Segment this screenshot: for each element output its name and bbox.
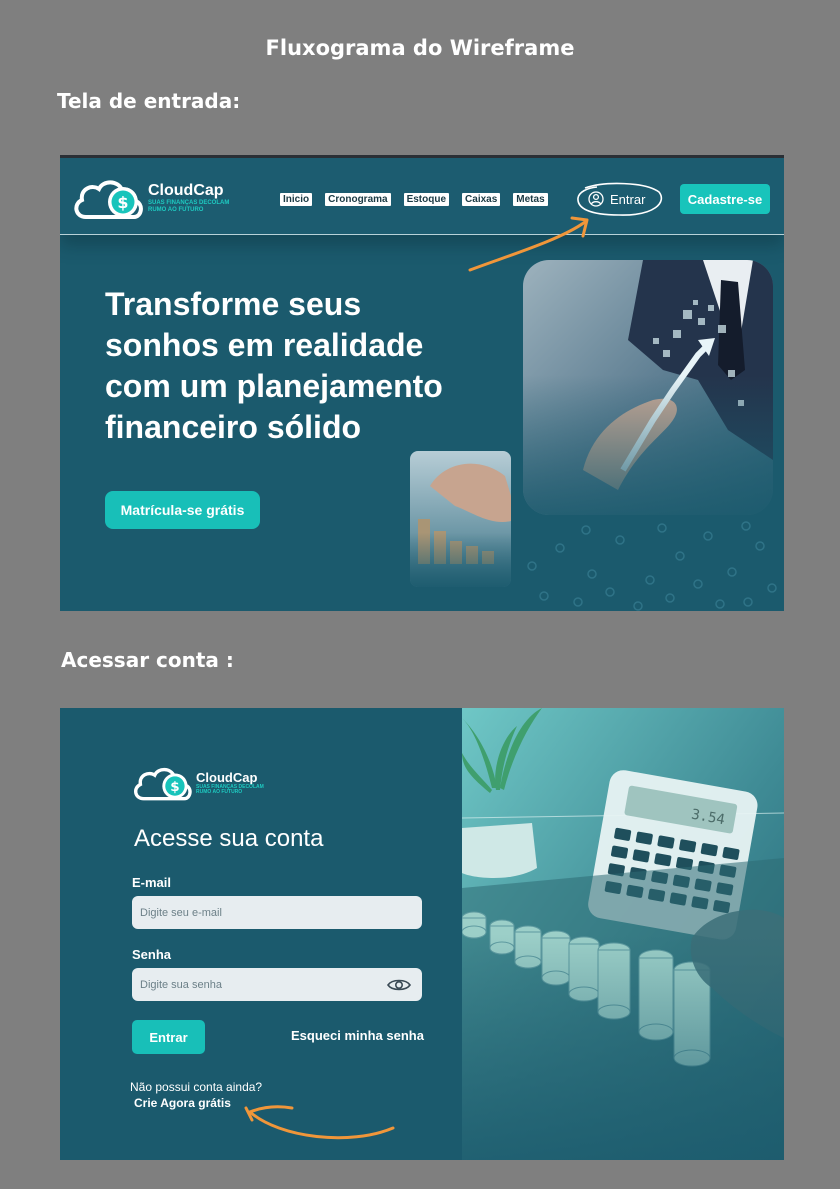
section-title-login: Acessar conta : <box>61 648 234 672</box>
login-screen: $ CloudCap SUAS FINANÇAS DECOLAM RUMO AO… <box>60 708 784 1160</box>
no-account-text: Não possui conta ainda? <box>130 1080 263 1094</box>
logo-tagline-1: SUAS FINANÇAS DECOLAM <box>148 200 230 207</box>
cloud-dollar-logo-icon: $ <box>74 180 143 219</box>
nav-item-estoque[interactable]: Estoque <box>403 193 450 206</box>
login-heading: Acesse sua conta <box>134 825 324 852</box>
svg-text:$: $ <box>170 779 179 795</box>
navbar: $ CloudCap SUAS FINANÇAS DECOLAM RUMO AO… <box>60 158 784 235</box>
password-field[interactable] <box>132 968 422 1001</box>
svg-text:$: $ <box>117 193 128 212</box>
create-account-link[interactable]: Crie Agora grátis <box>134 1096 231 1110</box>
logo-brand: CloudCap <box>148 182 224 200</box>
logo-tagline-2: RUMO AO FUTURO <box>148 206 204 213</box>
email-label: E-mail <box>132 875 172 890</box>
document-title: Fluxograma do Wireframe <box>265 36 575 60</box>
logo-brand: CloudCap <box>196 769 258 785</box>
coins-decoration <box>527 521 777 611</box>
hero-title: Transforme seus sonhos em realidade com … <box>105 284 525 448</box>
cta-button[interactable]: Matrícula-se grátis <box>105 491 260 529</box>
landing-screen: $ CloudCap SUAS FINANÇAS DECOLAM RUMO AO… <box>60 155 784 611</box>
login-image-calculator: 3.54 <box>462 708 784 1160</box>
nav-item-cronograma[interactable]: Cronograma <box>325 193 391 206</box>
section-title-landing: Tela de entrada: <box>57 89 241 113</box>
hero-image-businessman <box>523 260 773 515</box>
user-circle-icon <box>588 191 604 207</box>
login-logo[interactable]: $ CloudCap SUAS FINANÇAS DECOLAM RUMO AO… <box>132 765 264 803</box>
signup-button[interactable]: Cadastre-se <box>680 184 770 214</box>
hero-image-coins <box>410 451 511 587</box>
logo[interactable]: $ CloudCap SUAS FINANÇAS DECOLAM RUMO AO… <box>72 177 229 222</box>
hero-line-2: sonhos em realidade <box>105 327 424 363</box>
hero-line-4: financeiro sólido <box>105 409 362 445</box>
eye-icon[interactable] <box>387 977 411 993</box>
email-field[interactable] <box>132 896 422 929</box>
forgot-password-link[interactable]: Esqueci minha senha <box>291 1028 424 1043</box>
cloud-dollar-logo-icon: $ <box>134 767 192 801</box>
login-link-label: Entrar <box>610 191 646 207</box>
hero-line-3: com um planejamento <box>105 368 443 404</box>
nav-links: Inicio Cronograma Estoque Caixas Metas <box>280 193 548 206</box>
nav-item-metas[interactable]: Metas <box>513 193 548 206</box>
hero-line-1: Transforme seus <box>105 286 362 322</box>
logo-tagline-2: RUMO AO FUTURO <box>196 789 243 795</box>
login-link[interactable]: Entrar <box>588 191 645 207</box>
nav-item-inicio[interactable]: Inicio <box>280 193 313 206</box>
password-label: Senha <box>132 947 172 962</box>
login-submit-button[interactable]: Entrar <box>132 1020 205 1054</box>
nav-item-caixas[interactable]: Caixas <box>462 193 501 206</box>
